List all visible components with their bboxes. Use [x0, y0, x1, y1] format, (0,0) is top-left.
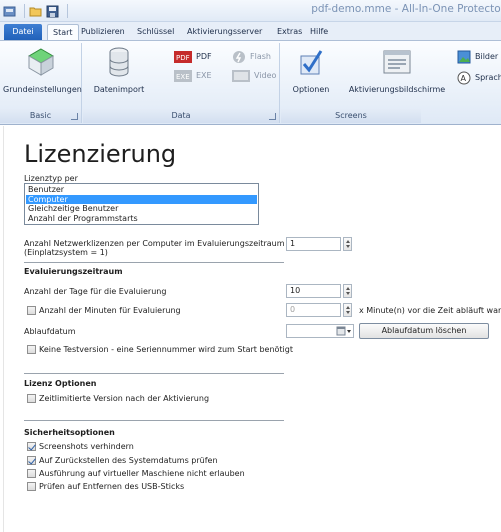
- virtuelle-maschine-checkbox[interactable]: [27, 469, 36, 478]
- optionen-button[interactable]: Optionen: [289, 47, 333, 94]
- language-icon: A: [457, 71, 471, 85]
- datenimport-button[interactable]: Datenimport: [89, 47, 149, 94]
- window-title: pdf-demo.mme - All-In-One Protector: [311, 3, 501, 15]
- evaluierung-tage-label: Anzahl der Tage für die Evaluierung: [24, 287, 167, 296]
- ablaufdatum-label: Ablaufdatum: [24, 327, 76, 336]
- settings-cube-icon: [3, 47, 79, 79]
- usb-stick-checkbox[interactable]: [27, 482, 36, 491]
- tab-start[interactable]: Start: [47, 24, 79, 41]
- usb-stick-label: Prüfen auf Entfernen des USB-Sticks: [39, 482, 185, 491]
- tab-extras[interactable]: Extras: [272, 24, 307, 41]
- zeitlimitiert-checkbox[interactable]: [27, 394, 36, 403]
- evaluierung-minuten-input[interactable]: 0: [286, 303, 341, 317]
- exe-button[interactable]: EXE EXE: [174, 68, 212, 84]
- keine-testversion-label: Keine Testversion - eine Seriennummer wi…: [39, 345, 293, 354]
- virtuelle-maschine-label: Ausführung auf virtueller Maschiene nich…: [39, 469, 245, 478]
- lizenz-optionen-header: Lizenz Optionen: [24, 379, 97, 388]
- group-data-label: Data: [83, 109, 279, 123]
- systemdatum-pruefen-label: Auf Zurückstellen des Systemdatums prüfe…: [39, 456, 218, 465]
- evaluierung-minuten-label: Anzahl der Minuten für Evaluierung: [39, 306, 181, 315]
- minuten-warnung-label: x Minute(n) vor die Zeit abläuft warnen: [359, 306, 501, 315]
- divider: [24, 262, 284, 263]
- bilder-button[interactable]: Bilder: [457, 49, 498, 65]
- grundeinstellungen-button[interactable]: Grundeinstellungen: [3, 47, 82, 94]
- group-basic-launcher-icon[interactable]: [71, 113, 78, 120]
- qat-separator: [67, 4, 68, 18]
- flash-button[interactable]: Flash: [232, 49, 271, 65]
- aktivierungsbildschirme-button[interactable]: Aktivierungsbildschirme: [347, 47, 447, 94]
- calendar-dropdown-icon[interactable]: [336, 324, 352, 338]
- open-folder-icon[interactable]: [29, 5, 42, 18]
- tab-aktivierungsserver[interactable]: Aktivierungsserver: [182, 24, 267, 41]
- pdf-icon: PDF: [174, 51, 192, 63]
- list-item[interactable]: Gleichzeitige Benutzer: [26, 204, 257, 214]
- title-bar: pdf-demo.mme - All-In-One Protector: [0, 0, 501, 22]
- svg-text:PDF: PDF: [176, 54, 190, 62]
- tab-publizieren[interactable]: Publizieren: [76, 24, 130, 41]
- lizenztyp-listbox[interactable]: Benutzer Computer Gleichzeitige Benutzer…: [24, 183, 259, 225]
- evaluierung-tage-input[interactable]: 10: [286, 284, 341, 298]
- pictures-icon: [457, 50, 471, 64]
- group-screens-label: Screens: [281, 109, 421, 123]
- activation-screen-icon: [347, 47, 447, 79]
- ribbon-tab-row: Datei Start Publizieren Schlüssel Aktivi…: [0, 22, 501, 41]
- group-data: Datenimport PDF PDF EXE EXE Flash Video …: [83, 43, 280, 123]
- sicherheitsoptionen-header: Sicherheitsoptionen: [24, 428, 115, 437]
- group-basic-label: Basic: [0, 109, 81, 123]
- netzwerklizenzen-sublabel: (Einplatzsystem = 1): [24, 248, 108, 257]
- screenshots-verhindern-label: Screenshots verhindern: [39, 442, 134, 451]
- content-left-border: [3, 126, 4, 532]
- tab-datei[interactable]: Datei: [4, 24, 42, 41]
- app-icon[interactable]: [3, 5, 16, 18]
- main-content: Lizenzierung Lizenztyp per Benutzer Comp…: [0, 126, 501, 532]
- evaluierung-minuten-stepper[interactable]: [343, 303, 352, 317]
- exe-icon: EXE: [174, 70, 192, 82]
- aktivierungsbildschirme-label: Aktivierungsbildschirme: [348, 85, 446, 94]
- datenimport-label: Datenimport: [93, 85, 145, 94]
- qat-separator: [24, 4, 25, 18]
- quick-access-toolbar: [3, 4, 68, 18]
- systemdatum-pruefen-checkbox[interactable]: [27, 456, 36, 465]
- flash-icon: [233, 51, 245, 63]
- evaluierung-tage-stepper[interactable]: [343, 284, 352, 298]
- screenshots-verhindern-checkbox[interactable]: [27, 442, 36, 451]
- group-basic: Grundeinstellungen Basic: [0, 43, 82, 123]
- divider: [24, 420, 284, 421]
- svg-text:A: A: [461, 74, 467, 83]
- list-item[interactable]: Benutzer: [26, 185, 257, 195]
- list-item[interactable]: Anzahl der Programmstarts: [26, 214, 257, 224]
- group-screens: Optionen Aktivierungsbildschirme Bilder …: [281, 43, 501, 123]
- list-item[interactable]: Computer: [26, 194, 257, 204]
- divider: [24, 373, 284, 374]
- evaluierung-minuten-checkbox[interactable]: [27, 306, 36, 315]
- pdf-button[interactable]: PDF PDF: [174, 49, 212, 65]
- database-icon: [89, 47, 149, 79]
- netzwerklizenzen-input[interactable]: 1: [286, 237, 341, 251]
- save-disk-icon[interactable]: [46, 5, 59, 18]
- sprachen-button[interactable]: A Sprachen: [457, 70, 501, 86]
- optionen-label: Optionen: [292, 85, 330, 94]
- checkbox-check-icon: [289, 47, 333, 79]
- video-button[interactable]: Video: [232, 68, 276, 84]
- zeitlimitiert-label: Zeitlimitierte Version nach der Aktivier…: [39, 394, 210, 403]
- netzwerklizenzen-stepper[interactable]: [343, 237, 352, 251]
- evaluierungszeitraum-header: Evaluierungszeitraum: [24, 267, 123, 276]
- ribbon: Grundeinstellungen Basic Datenimport PDF…: [0, 40, 501, 125]
- keine-testversion-checkbox[interactable]: [27, 345, 36, 354]
- tab-schluessel[interactable]: Schlüssel: [132, 24, 179, 41]
- grundeinstellungen-label: Grundeinstellungen: [3, 85, 82, 94]
- video-icon: [232, 70, 250, 82]
- ablaufdatum-loeschen-button[interactable]: Ablaufdatum löschen: [359, 323, 489, 339]
- lizenztyp-label: Lizenztyp per: [24, 174, 78, 183]
- netzwerklizenzen-label: Anzahl Netzwerklizenzen per Computer im …: [24, 239, 285, 248]
- svg-text:EXE: EXE: [176, 73, 190, 81]
- page-title: Lizenzierung: [24, 140, 177, 168]
- group-data-launcher-icon[interactable]: [269, 113, 276, 120]
- tab-hilfe[interactable]: Hilfe: [305, 24, 333, 41]
